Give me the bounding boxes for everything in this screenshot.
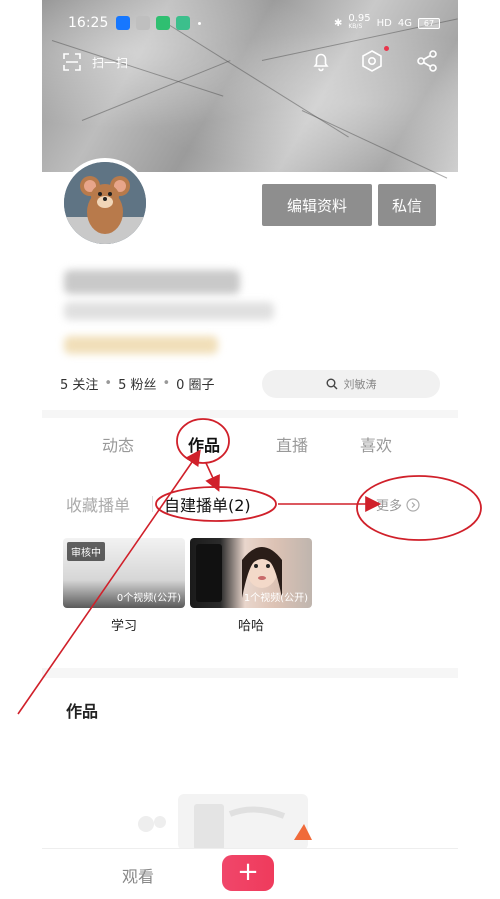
tab-works[interactable]: 作品 (188, 432, 220, 456)
blurred-bio (64, 302, 274, 320)
battery-icon: 67 (418, 17, 440, 29)
chevron-right-circle-icon (406, 497, 420, 512)
tab-live[interactable]: 直播 (276, 432, 308, 456)
watch-tab[interactable]: 观看 (122, 863, 154, 887)
edit-profile-button[interactable]: 编辑资料 (262, 184, 372, 226)
blurred-tag (64, 336, 218, 354)
tab-likes[interactable]: 喜欢 (360, 432, 392, 456)
section-divider (42, 410, 458, 418)
top-bar: 扫一扫 (42, 46, 458, 80)
wechat-icon (136, 16, 150, 30)
security-icon (156, 16, 170, 30)
tab-favorite-playlists[interactable]: 收藏播单 (66, 492, 130, 516)
stat-separator: • (104, 376, 113, 391)
circles-count[interactable]: 0 圈子 (176, 374, 214, 393)
avatar[interactable] (60, 158, 150, 248)
search-icon (326, 378, 337, 390)
private-message-button[interactable]: 私信 (378, 184, 436, 226)
hd-indicator: HD (376, 17, 392, 29)
more-button[interactable]: 更多 (376, 495, 420, 514)
review-badge: 审核中 (67, 542, 105, 561)
playlist-title[interactable]: 哈哈 (190, 615, 312, 634)
profile-tabs: 动态 作品 直播 喜欢 (42, 424, 458, 464)
profile-stats: 5 关注 • 5 粉丝 • 0 圈子 (60, 374, 215, 393)
scan-button[interactable]: 扫一扫 (62, 52, 128, 72)
section-divider (42, 668, 458, 678)
tab-dynamics[interactable]: 动态 (102, 432, 134, 456)
more-notifications-dot (198, 22, 201, 25)
works-section-title: 作品 (66, 702, 99, 721)
playlist-tabs: 收藏播单 自建播单(2) 更多 (42, 490, 458, 520)
search-placeholder: 刘敏涛 (343, 378, 377, 391)
tab-created-playlists[interactable]: 自建播单(2) (164, 492, 251, 516)
jerry-cartoon-icon (64, 162, 146, 244)
stat-separator: • (162, 376, 171, 391)
scan-icon (63, 53, 81, 71)
network-speed: 0.95 KB/S (348, 13, 371, 31)
bluetooth-icon: ✱ (333, 17, 343, 29)
following-count[interactable]: 5 关注 (60, 374, 98, 393)
video-count: 1个视频(公开) (243, 593, 308, 604)
app-notification-icon (116, 16, 130, 30)
bell-icon[interactable] (308, 48, 334, 74)
playlist-card-study[interactable]: 审核中 0个视频(公开) (63, 538, 185, 608)
share-icon[interactable] (414, 48, 440, 74)
empty-works-illustration (138, 794, 312, 850)
settings-icon[interactable] (359, 48, 385, 74)
phone-screen: 16:25 ✱ 0.95 KB/S HD 4G 67 扫一扫 编辑资料 私信 5… (42, 0, 458, 899)
followers-count[interactable]: 5 粉丝 (118, 374, 156, 393)
status-bar: 16:25 ✱ 0.95 KB/S HD 4G 67 (42, 0, 458, 46)
blurred-username (64, 270, 240, 294)
avatar-image (64, 162, 146, 244)
playlist-title[interactable]: 学习 (63, 615, 185, 634)
signal-indicator: 4G (397, 17, 412, 29)
create-button[interactable]: + (222, 855, 274, 891)
playlist-card-haha[interactable]: 1个视频(公开) (190, 538, 312, 608)
search-box[interactable]: 刘敏涛 (262, 370, 440, 398)
settings-notification-dot (384, 46, 389, 51)
status-right: ✱ 0.95 KB/S HD 4G 67 (333, 13, 440, 31)
bottom-navigation: 观看 + (42, 848, 458, 899)
status-time: 16:25 (68, 15, 109, 31)
video-count: 0个视频(公开) (116, 593, 181, 604)
playlist-tab-divider (152, 496, 153, 512)
more-label: 更多 (376, 499, 403, 514)
scan-label: 扫一扫 (92, 55, 129, 70)
app-icon (176, 16, 190, 30)
